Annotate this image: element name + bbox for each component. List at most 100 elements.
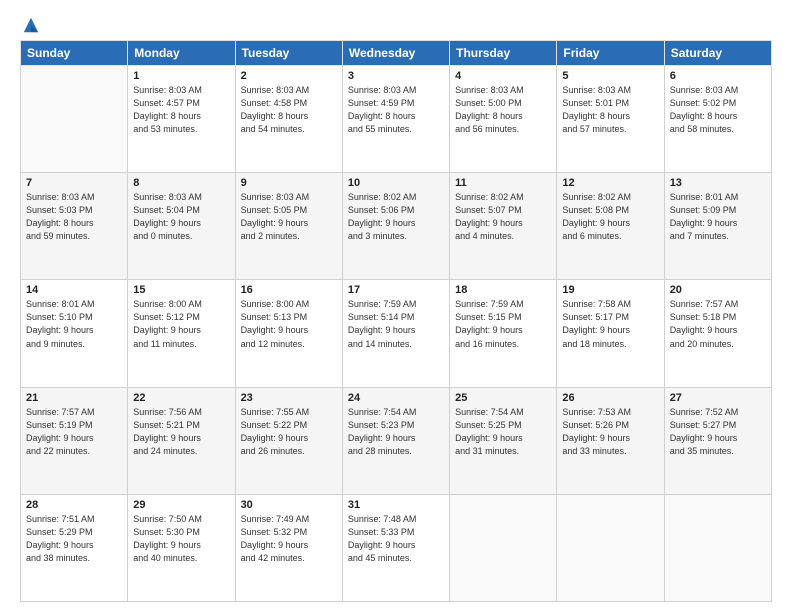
weekday-header-monday: Monday <box>128 41 235 66</box>
day-cell: 14Sunrise: 8:01 AMSunset: 5:10 PMDayligh… <box>21 280 128 387</box>
day-number: 12 <box>562 177 658 189</box>
day-cell: 11 Sunrise: 8:02 AMSunset: 5:07 PMDayligh… <box>450 173 557 280</box>
weekday-header-wednesday: Wednesday <box>342 41 449 66</box>
day-cell: 6 Sunrise: 8:03 AMSunset: 5:02 PMDaylight… <box>664 66 771 173</box>
day-number: 17 <box>348 284 444 296</box>
weekday-header-tuesday: Tuesday <box>235 41 342 66</box>
day-info: Sunrise: 7:58 AMSunset: 5:17 PMDaylight:… <box>562 298 658 350</box>
day-number: 22 <box>133 392 229 404</box>
day-number: 10 <box>348 177 444 189</box>
day-cell: 12 Sunrise: 8:02 AMSunset: 5:08 PMDayligh… <box>557 173 664 280</box>
day-cell: 15Sunrise: 8:00 AMSunset: 5:12 PMDayligh… <box>128 280 235 387</box>
day-number: 18 <box>455 284 551 296</box>
day-info: Sunrise: 7:55 AMSunset: 5:22 PMDaylight:… <box>241 406 337 458</box>
calendar-table: SundayMondayTuesdayWednesdayThursdayFrid… <box>20 40 772 602</box>
day-info: Sunrise: 7:56 AMSunset: 5:21 PMDaylight:… <box>133 406 229 458</box>
day-info: Sunrise: 7:52 AMSunset: 5:27 PMDaylight:… <box>670 406 766 458</box>
day-info: Sunrise: 7:49 AMSunset: 5:32 PMDaylight:… <box>241 513 337 565</box>
weekday-header-sunday: Sunday <box>21 41 128 66</box>
day-cell: 27Sunrise: 7:52 AMSunset: 5:27 PMDayligh… <box>664 387 771 494</box>
day-cell: 24 Sunrise: 7:54 AMSunset: 5:23 PMDayligh… <box>342 387 449 494</box>
day-info: Sunrise: 7:51 AMSunset: 5:29 PMDaylight:… <box>26 513 122 565</box>
week-row-2: 7Sunrise: 8:03 AMSunset: 5:03 PMDaylight… <box>21 173 772 280</box>
day-info: Sunrise: 7:57 AMSunset: 5:18 PMDaylight:… <box>670 298 766 350</box>
week-row-5: 28 Sunrise: 7:51 AMSunset: 5:29 PMDayligh… <box>21 494 772 601</box>
day-info: Sunrise: 7:54 AMSunset: 5:23 PMDaylight:… <box>348 406 444 458</box>
day-info: Sunrise: 8:03 AMSunset: 4:58 PMDaylight:… <box>241 84 337 136</box>
day-cell: 7Sunrise: 8:03 AMSunset: 5:03 PMDaylight… <box>21 173 128 280</box>
day-info: Sunrise: 8:03 AMSunset: 5:05 PMDaylight:… <box>241 191 337 243</box>
day-number: 23 <box>241 392 337 404</box>
day-info: Sunrise: 8:01 AMSunset: 5:10 PMDaylight:… <box>26 298 122 350</box>
day-number: 3 <box>348 70 444 82</box>
day-info: Sunrise: 7:59 AMSunset: 5:14 PMDaylight:… <box>348 298 444 350</box>
day-number: 30 <box>241 499 337 511</box>
day-number: 20 <box>670 284 766 296</box>
weekday-header-friday: Friday <box>557 41 664 66</box>
day-number: 31 <box>348 499 444 511</box>
day-number: 8 <box>133 177 229 189</box>
day-cell: 25 Sunrise: 7:54 AMSunset: 5:25 PMDayligh… <box>450 387 557 494</box>
day-cell <box>664 494 771 601</box>
day-cell: 17 Sunrise: 7:59 AMSunset: 5:14 PMDayligh… <box>342 280 449 387</box>
day-cell: 5 Sunrise: 8:03 AMSunset: 5:01 PMDaylight… <box>557 66 664 173</box>
day-info: Sunrise: 7:50 AMSunset: 5:30 PMDaylight:… <box>133 513 229 565</box>
day-info: Sunrise: 7:53 AMSunset: 5:26 PMDaylight:… <box>562 406 658 458</box>
day-number: 1 <box>133 70 229 82</box>
day-cell: 30 Sunrise: 7:49 AMSunset: 5:32 PMDayligh… <box>235 494 342 601</box>
day-info: Sunrise: 7:48 AMSunset: 5:33 PMDaylight:… <box>348 513 444 565</box>
day-cell: 9 Sunrise: 8:03 AMSunset: 5:05 PMDaylight… <box>235 173 342 280</box>
day-cell: 19 Sunrise: 7:58 AMSunset: 5:17 PMDayligh… <box>557 280 664 387</box>
weekday-header-thursday: Thursday <box>450 41 557 66</box>
day-info: Sunrise: 8:03 AMSunset: 5:01 PMDaylight:… <box>562 84 658 136</box>
logo-icon <box>22 16 40 34</box>
day-info: Sunrise: 7:54 AMSunset: 5:25 PMDaylight:… <box>455 406 551 458</box>
week-row-4: 21 Sunrise: 7:57 AMSunset: 5:19 PMDayligh… <box>21 387 772 494</box>
day-number: 26 <box>562 392 658 404</box>
day-number: 16 <box>241 284 337 296</box>
day-info: Sunrise: 8:03 AMSunset: 5:00 PMDaylight:… <box>455 84 551 136</box>
page: SundayMondayTuesdayWednesdayThursdayFrid… <box>0 0 792 612</box>
day-number: 11 <box>455 177 551 189</box>
week-row-1: 1Sunrise: 8:03 AMSunset: 4:57 PMDaylight… <box>21 66 772 173</box>
weekday-header-row: SundayMondayTuesdayWednesdayThursdayFrid… <box>21 41 772 66</box>
day-info: Sunrise: 7:59 AMSunset: 5:15 PMDaylight:… <box>455 298 551 350</box>
day-cell <box>450 494 557 601</box>
day-cell: 21 Sunrise: 7:57 AMSunset: 5:19 PMDayligh… <box>21 387 128 494</box>
day-cell: 16 Sunrise: 8:00 AMSunset: 5:13 PMDayligh… <box>235 280 342 387</box>
day-number: 24 <box>348 392 444 404</box>
day-cell: 13 Sunrise: 8:01 AMSunset: 5:09 PMDayligh… <box>664 173 771 280</box>
day-info: Sunrise: 8:03 AMSunset: 5:02 PMDaylight:… <box>670 84 766 136</box>
day-info: Sunrise: 7:57 AMSunset: 5:19 PMDaylight:… <box>26 406 122 458</box>
day-info: Sunrise: 8:00 AMSunset: 5:13 PMDaylight:… <box>241 298 337 350</box>
day-cell: 26 Sunrise: 7:53 AMSunset: 5:26 PMDayligh… <box>557 387 664 494</box>
day-number: 21 <box>26 392 122 404</box>
day-number: 29 <box>133 499 229 511</box>
header <box>20 16 772 30</box>
day-cell: 2Sunrise: 8:03 AMSunset: 4:58 PMDaylight… <box>235 66 342 173</box>
day-cell <box>21 66 128 173</box>
day-info: Sunrise: 8:02 AMSunset: 5:08 PMDaylight:… <box>562 191 658 243</box>
weekday-header-saturday: Saturday <box>664 41 771 66</box>
day-number: 9 <box>241 177 337 189</box>
day-cell: 22 Sunrise: 7:56 AMSunset: 5:21 PMDayligh… <box>128 387 235 494</box>
day-cell: 1Sunrise: 8:03 AMSunset: 4:57 PMDaylight… <box>128 66 235 173</box>
day-number: 19 <box>562 284 658 296</box>
day-info: Sunrise: 8:03 AMSunset: 4:59 PMDaylight:… <box>348 84 444 136</box>
day-number: 7 <box>26 177 122 189</box>
day-cell: 31 Sunrise: 7:48 AMSunset: 5:33 PMDayligh… <box>342 494 449 601</box>
day-cell: 18 Sunrise: 7:59 AMSunset: 5:15 PMDayligh… <box>450 280 557 387</box>
day-info: Sunrise: 8:02 AMSunset: 5:07 PMDaylight:… <box>455 191 551 243</box>
day-number: 5 <box>562 70 658 82</box>
day-info: Sunrise: 8:03 AMSunset: 5:04 PMDaylight:… <box>133 191 229 243</box>
day-cell: 10Sunrise: 8:02 AMSunset: 5:06 PMDayligh… <box>342 173 449 280</box>
day-number: 6 <box>670 70 766 82</box>
day-cell: 20 Sunrise: 7:57 AMSunset: 5:18 PMDayligh… <box>664 280 771 387</box>
day-cell <box>557 494 664 601</box>
day-cell: 23 Sunrise: 7:55 AMSunset: 5:22 PMDayligh… <box>235 387 342 494</box>
day-number: 28 <box>26 499 122 511</box>
day-number: 13 <box>670 177 766 189</box>
day-number: 4 <box>455 70 551 82</box>
day-number: 25 <box>455 392 551 404</box>
day-info: Sunrise: 8:01 AMSunset: 5:09 PMDaylight:… <box>670 191 766 243</box>
